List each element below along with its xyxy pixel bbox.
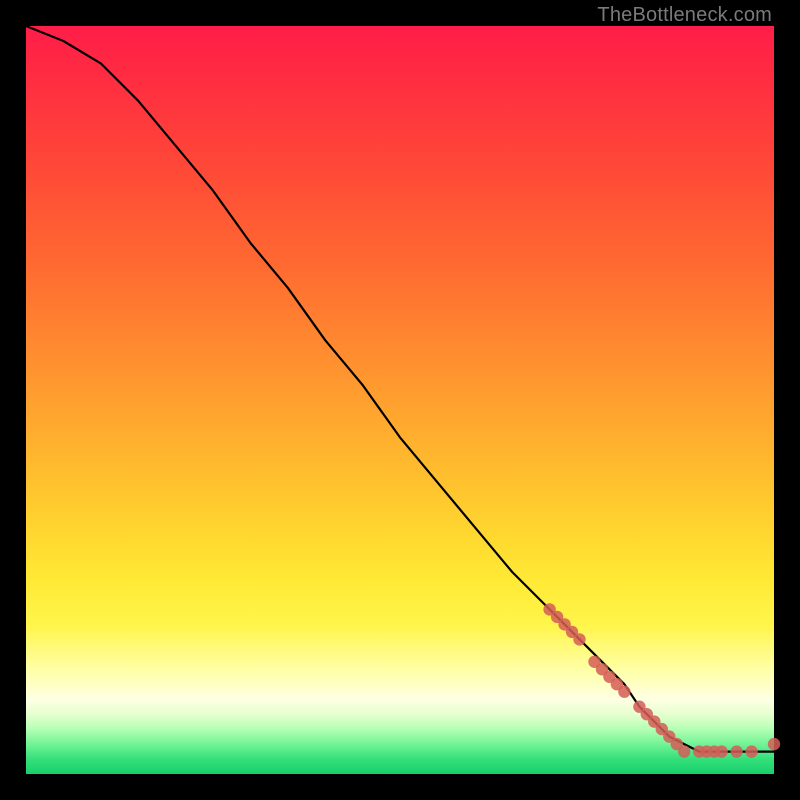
chart-svg xyxy=(26,26,774,774)
data-marker xyxy=(715,745,727,757)
data-marker xyxy=(573,633,585,645)
data-marker xyxy=(745,745,757,757)
chart-frame: TheBottleneck.com xyxy=(0,0,800,800)
data-markers xyxy=(543,603,780,758)
data-marker xyxy=(768,738,780,750)
data-marker xyxy=(678,745,690,757)
main-curve xyxy=(26,26,774,752)
data-marker xyxy=(618,686,630,698)
plot-area xyxy=(26,26,774,774)
watermark-label: TheBottleneck.com xyxy=(597,4,772,27)
data-marker xyxy=(730,745,742,757)
